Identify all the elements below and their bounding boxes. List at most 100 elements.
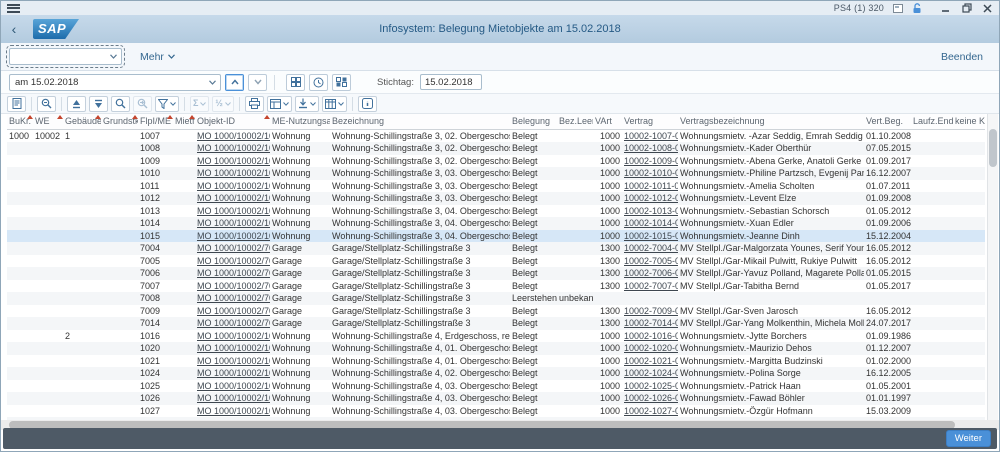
vertical-scrollbar-thumb[interactable]	[989, 129, 997, 167]
sum-icon[interactable]: Σ	[190, 96, 209, 112]
objekt-id-link[interactable]: MO 1000/10002/7005	[197, 256, 270, 266]
table-row[interactable]: 1014MO 1000/10002/1014WohnungWohnung-Sch…	[7, 217, 985, 230]
column-header[interactable]: BuKr.	[7, 114, 33, 129]
occupancy-grid-icon[interactable]	[286, 74, 305, 91]
table-row[interactable]: 1010MO 1000/10002/1010WohnungWohnung-Sch…	[7, 167, 985, 180]
views-icon[interactable]	[267, 96, 292, 112]
table-row[interactable]: 1024MO 1000/10002/1024WohnungWohnung-Sch…	[7, 367, 985, 380]
table-row[interactable]: 1009MO 1000/10002/1009WohnungWohnung-Sch…	[7, 155, 985, 168]
table-row[interactable]: 1020MO 1000/10002/1020WohnungWohnung-Sch…	[7, 342, 985, 355]
layout-icon[interactable]	[322, 96, 347, 112]
find-icon[interactable]	[111, 96, 130, 112]
objekt-id-link[interactable]: MO 1000/10002/7004	[197, 243, 270, 253]
vertrag-link[interactable]: 10002-1007-01	[624, 131, 678, 141]
table-row[interactable]: 1013MO 1000/10002/1013WohnungWohnung-Sch…	[7, 205, 985, 218]
mehr-menu[interactable]: Mehr	[140, 51, 175, 63]
close-icon[interactable]	[982, 3, 993, 13]
vertrag-link[interactable]: 10002-1021-01	[624, 356, 678, 366]
table-row[interactable]: 1008MO 1000/10002/1008WohnungWohnung-Sch…	[7, 142, 985, 155]
objekt-id-link[interactable]: MO 1000/10002/7009	[197, 306, 270, 316]
objekt-id-link[interactable]: MO 1000/10002/1016	[197, 331, 270, 341]
vertrag-link[interactable]: 10002-1027-03	[624, 406, 678, 416]
objekt-id-link[interactable]: MO 1000/10002/1013	[197, 206, 270, 216]
vertrag-link[interactable]: 10002-1008-02	[624, 143, 678, 153]
details-icon[interactable]	[7, 96, 26, 112]
vertrag-link[interactable]: 10002-1020-01	[624, 343, 678, 353]
vertrag-link[interactable]: 10002-1009-02	[624, 156, 678, 166]
column-header[interactable]: Gebäude	[63, 114, 101, 129]
objekt-id-link[interactable]: MO 1000/10002/1024	[197, 368, 270, 378]
filter-icon[interactable]	[155, 96, 179, 112]
find-next-icon[interactable]	[133, 96, 152, 112]
objekt-id-link[interactable]: MO 1000/10002/1009	[197, 156, 270, 166]
column-header[interactable]: Vertrag	[622, 114, 678, 129]
previous-variant-button[interactable]	[225, 74, 244, 91]
column-header[interactable]: Objekt-ID	[195, 114, 270, 129]
vertrag-link[interactable]: 10002-7004-01	[624, 243, 678, 253]
vertrag-link[interactable]: 10002-1012-01	[624, 193, 678, 203]
back-icon[interactable]: ‹	[1, 16, 27, 42]
table-row[interactable]: 1026MO 1000/10002/1026WohnungWohnung-Sch…	[7, 392, 985, 405]
objekt-id-link[interactable]: MO 1000/10002/7014	[197, 318, 270, 328]
table-row[interactable]: 7005MO 1000/10002/7005GarageGarage/Stell…	[7, 255, 985, 268]
column-header[interactable]: FlpI/ME	[138, 114, 173, 129]
export-icon[interactable]	[295, 96, 319, 112]
column-header[interactable]: Laufz.Ende	[911, 114, 953, 129]
variant-select[interactable]: am 15.02.2018	[9, 74, 221, 91]
legend-grid-icon[interactable]	[332, 74, 351, 91]
column-header[interactable]: VArt	[593, 114, 622, 129]
objekt-id-link[interactable]: MO 1000/10002/1021	[197, 356, 270, 366]
table-row[interactable]: 1012MO 1000/10002/1012WohnungWohnung-Sch…	[7, 192, 985, 205]
vertrag-link[interactable]: 10002-1016-01	[624, 331, 678, 341]
vertrag-link[interactable]: 10002-1015-01	[624, 231, 678, 241]
table-row[interactable]: 7004MO 1000/10002/7004GarageGarage/Stell…	[7, 242, 985, 255]
vertrag-link[interactable]: 10002-1026-01	[624, 393, 678, 403]
table-row[interactable]: 1021MO 1000/10002/1021WohnungWohnung-Sch…	[7, 355, 985, 368]
table-row[interactable]: 1011MO 1000/10002/1011WohnungWohnung-Sch…	[7, 180, 985, 193]
table-row[interactable]: 7007MO 1000/10002/7007GarageGarage/Stell…	[7, 280, 985, 293]
weiter-button[interactable]: Weiter	[946, 430, 991, 447]
command-input[interactable]	[9, 48, 122, 65]
column-header[interactable]: Bezeichnung	[330, 114, 510, 129]
table-row[interactable]: 7008MO 1000/10002/7008GarageGarage/Stell…	[7, 292, 985, 305]
table-row[interactable]: 21016MO 1000/10002/1016WohnungWohnung-Sc…	[7, 330, 985, 343]
objekt-id-link[interactable]: MO 1000/10002/7006	[197, 268, 270, 278]
sort-desc-icon[interactable]	[89, 96, 108, 112]
column-header[interactable]: Vertragsbezeichnung	[678, 114, 864, 129]
vertrag-link[interactable]: 10002-1010-01	[624, 168, 678, 178]
column-header[interactable]: Vert.Beg.	[864, 114, 911, 129]
objekt-id-link[interactable]: MO 1000/10002/7007	[197, 281, 270, 291]
restore-icon[interactable]	[961, 3, 972, 13]
objekt-id-link[interactable]: MO 1000/10002/1014	[197, 218, 270, 228]
column-header[interactable]: Bez.LeerGr	[557, 114, 593, 129]
column-header[interactable]: Grundstk	[101, 114, 138, 129]
print-icon[interactable]	[245, 96, 264, 112]
services-icon[interactable]	[892, 3, 903, 13]
beenden-button[interactable]: Beenden	[933, 48, 991, 66]
objekt-id-link[interactable]: MO 1000/10002/1026	[197, 393, 270, 403]
menu-icon[interactable]	[7, 4, 20, 13]
stichtag-input[interactable]	[420, 74, 482, 90]
info-icon[interactable]	[358, 96, 377, 112]
vertrag-link[interactable]: 10002-7014-01	[624, 318, 678, 328]
vertrag-link[interactable]: 10002-1025-01	[624, 381, 678, 391]
objekt-id-link[interactable]: MO 1000/10002/1007	[197, 131, 270, 141]
vertrag-link[interactable]: 10002-1024-01	[624, 368, 678, 378]
vertrag-link[interactable]: 10002-1011-01	[624, 181, 678, 191]
search-zoom-icon[interactable]	[37, 96, 56, 112]
table-row[interactable]: 10001000211007MO 1000/10002/1007WohnungW…	[7, 129, 985, 142]
objekt-id-link[interactable]: MO 1000/10002/1025	[197, 381, 270, 391]
minimize-icon[interactable]	[940, 3, 951, 13]
subtotal-icon[interactable]: ½	[212, 96, 234, 112]
column-header[interactable]: Belegung	[510, 114, 557, 129]
objekt-id-link[interactable]: MO 1000/10002/1010	[197, 168, 270, 178]
time-icon[interactable]	[309, 74, 328, 91]
objekt-id-link[interactable]: MO 1000/10002/1027	[197, 406, 270, 416]
vertrag-link[interactable]: 10002-7006-01	[624, 268, 678, 278]
table-row[interactable]: 1015MO 1000/10002/1015WohnungWohnung-Sch…	[7, 230, 985, 243]
vertical-scrollbar[interactable]	[987, 114, 998, 420]
objekt-id-link[interactable]: MO 1000/10002/1011	[197, 181, 270, 191]
column-header[interactable]: ME-Nutzungsart	[270, 114, 330, 129]
objekt-id-link[interactable]: MO 1000/10002/1020	[197, 343, 270, 353]
table-row[interactable]: 7006MO 1000/10002/7006GarageGarage/Stell…	[7, 267, 985, 280]
